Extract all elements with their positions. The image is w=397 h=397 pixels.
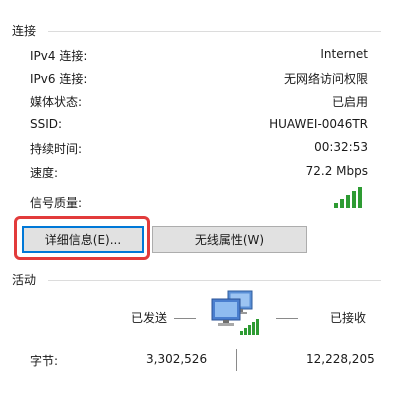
signal-bar-2: [340, 199, 344, 208]
ssid-label: SSID:: [30, 117, 63, 131]
media-state-value: 已启用: [331, 95, 368, 109]
bytes-received-value: 12,228,205: [306, 352, 375, 366]
connection-divider: [48, 31, 381, 32]
wireless-properties-button[interactable]: 无线属性(W): [152, 226, 307, 253]
signal-bar-5: [358, 187, 362, 208]
activity-divider: [48, 280, 381, 281]
connection-section-title: 连接: [12, 24, 37, 38]
ipv4-label: IPv4 连接:: [30, 49, 88, 63]
signal-bar-3: [346, 195, 350, 208]
ipv6-label: IPv6 连接:: [30, 72, 88, 86]
speed-value: 72.2 Mbps: [305, 164, 368, 178]
details-button[interactable]: 详细信息(E)...: [22, 226, 144, 253]
received-label: 已接收: [330, 311, 367, 325]
sent-label: 已发送: [131, 311, 168, 325]
signal-bar-1: [334, 203, 338, 208]
duration-value: 00:32:53: [314, 140, 368, 154]
ssid-value: HUAWEI-0046TR: [269, 117, 368, 131]
signal-strength-icon: [334, 186, 366, 208]
activity-section-title: 活动: [12, 273, 37, 287]
bytes-divider: [236, 349, 237, 371]
bytes-sent-value: 3,302,526: [146, 352, 208, 366]
media-state-label: 媒体状态:: [30, 95, 83, 109]
speed-label: 速度:: [30, 166, 59, 180]
bytes-label: 字节:: [30, 354, 59, 368]
received-connector-line: [276, 318, 298, 319]
ipv4-value: Internet: [320, 47, 368, 61]
signal-quality-label: 信号质量:: [30, 196, 83, 210]
sent-connector-line: [174, 318, 196, 319]
network-computers-icon: [206, 289, 268, 337]
ipv6-value: 无网络访问权限: [283, 72, 368, 86]
duration-label: 持续时间:: [30, 142, 83, 156]
signal-bar-4: [352, 191, 356, 208]
